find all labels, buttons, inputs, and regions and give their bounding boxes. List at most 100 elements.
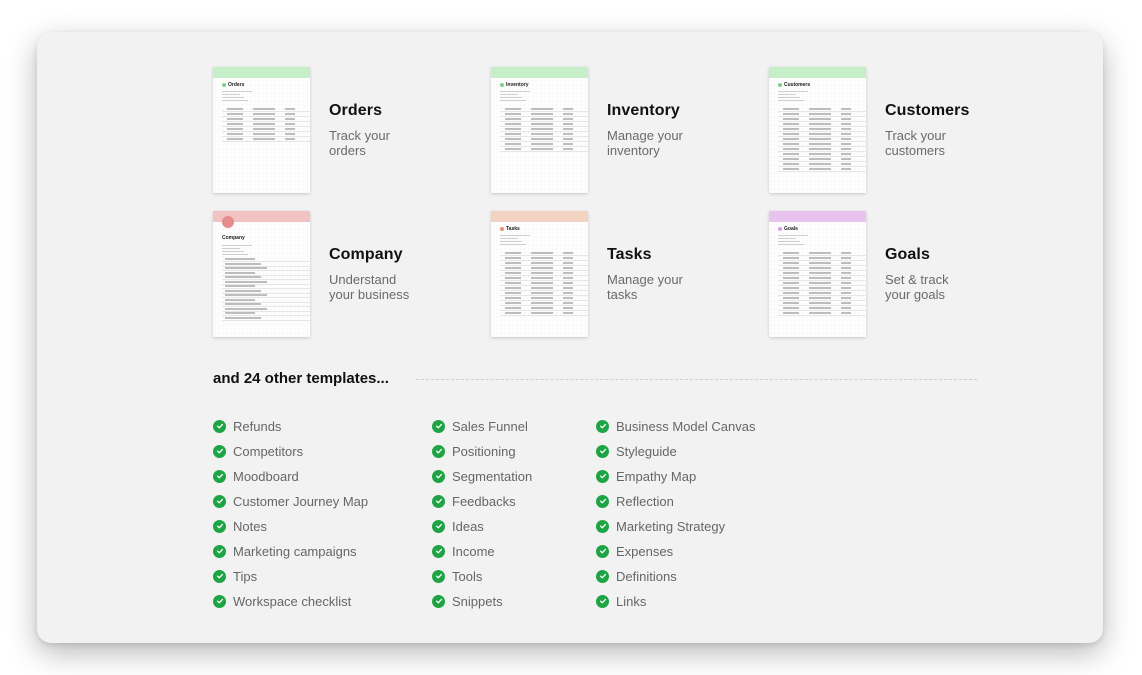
thumbnail-cell xyxy=(227,118,243,120)
thumbnail-cell xyxy=(227,123,243,125)
other-template-label: Links xyxy=(616,593,647,609)
template-title[interactable]: Company xyxy=(329,246,403,264)
thumbnail-row xyxy=(222,141,310,142)
thumbnail-cell xyxy=(809,282,831,284)
thumbnail-cell xyxy=(531,272,553,274)
thumbnail-page-title: Orders xyxy=(222,82,244,88)
other-template-item[interactable]: Business Model Canvas xyxy=(596,417,755,435)
thumbnail-cell xyxy=(225,280,267,283)
other-template-item[interactable]: Competitors xyxy=(213,442,303,460)
thumbnail-cover xyxy=(491,211,588,222)
thumbnail-text-line xyxy=(778,241,800,242)
template-title[interactable]: Inventory xyxy=(607,102,680,120)
thumbnail-cell xyxy=(227,113,243,115)
thumbnail-cover xyxy=(769,67,866,78)
thumbnail-cell xyxy=(783,257,799,259)
thumbnail-row xyxy=(500,305,588,306)
other-template-item[interactable]: Refunds xyxy=(213,417,281,435)
other-template-item[interactable]: Feedbacks xyxy=(432,492,516,510)
template-title[interactable]: Tasks xyxy=(607,246,652,264)
thumbnail-text-line xyxy=(778,100,804,101)
template-thumbnail[interactable]: Inventory xyxy=(491,67,588,193)
template-thumbnail[interactable]: Tasks xyxy=(491,211,588,337)
thumbnail-cell xyxy=(563,123,573,125)
other-template-item[interactable]: Reflection xyxy=(596,492,674,510)
other-template-item[interactable]: Definitions xyxy=(596,567,677,585)
thumbnail-cell xyxy=(225,303,261,305)
thumbnail-row xyxy=(500,141,588,142)
thumbnail-row xyxy=(222,111,310,112)
thumbnail-cell xyxy=(531,133,553,135)
thumbnail-row xyxy=(500,275,588,276)
other-template-item[interactable]: Sales Funnel xyxy=(432,417,528,435)
thumbnail-page-title: Customers xyxy=(778,82,810,88)
thumbnail-cell xyxy=(563,138,573,140)
thumbnail-cell xyxy=(505,267,521,269)
thumbnail-cell xyxy=(225,298,255,301)
other-template-item[interactable]: Expenses xyxy=(596,542,673,560)
template-title[interactable]: Orders xyxy=(329,102,382,120)
other-template-item[interactable]: Styleguide xyxy=(596,442,677,460)
thumbnail-cell xyxy=(531,302,553,304)
other-template-label: Workspace checklist xyxy=(233,593,352,609)
other-template-item[interactable]: Ideas xyxy=(432,517,484,535)
thumbnail-row xyxy=(778,255,866,256)
thumbnail-cell xyxy=(841,252,851,254)
thumbnail-page-title: Tasks xyxy=(500,226,520,232)
thumbnail-cell xyxy=(505,143,521,145)
thumbnail-text-line xyxy=(500,94,518,95)
thumbnail-cell xyxy=(841,287,851,289)
other-template-item[interactable]: Notes xyxy=(213,517,267,535)
other-template-item[interactable]: Customer Journey Map xyxy=(213,492,368,510)
other-template-item[interactable]: Tips xyxy=(213,567,257,585)
template-title[interactable]: Goals xyxy=(885,246,930,264)
template-thumbnail[interactable]: Company xyxy=(213,211,310,337)
other-template-item[interactable]: Snippets xyxy=(432,592,503,610)
thumbnail-cell xyxy=(841,297,851,299)
other-template-item[interactable]: Marketing campaigns xyxy=(213,542,357,560)
thumbnail-row xyxy=(778,260,866,261)
other-template-item[interactable]: Workspace checklist xyxy=(213,592,351,610)
thumbnail-cell xyxy=(505,277,521,279)
thumbnail-cell xyxy=(783,307,799,309)
thumbnail-cover xyxy=(491,67,588,78)
thumbnail-cell xyxy=(783,168,799,170)
thumbnail-text-line xyxy=(222,248,240,249)
template-title[interactable]: Customers xyxy=(885,102,969,120)
other-template-item[interactable]: Marketing Strategy xyxy=(596,517,725,535)
thumbnail-text-line xyxy=(500,241,522,242)
thumbnail-cell xyxy=(783,138,799,140)
template-thumbnail[interactable]: Orders xyxy=(213,67,310,193)
thumbnail-row xyxy=(222,136,310,137)
thumbnail-cell xyxy=(841,118,851,120)
other-template-label: Ideas xyxy=(452,518,484,534)
thumbnail-cell xyxy=(809,113,831,115)
other-template-item[interactable]: Tools xyxy=(432,567,482,585)
other-template-item[interactable]: Empathy Map xyxy=(596,467,696,485)
other-template-item[interactable]: Positioning xyxy=(432,442,516,460)
other-template-item[interactable]: Links xyxy=(596,592,646,610)
check-circle-icon xyxy=(596,444,609,458)
template-description: Manage your tasks xyxy=(607,272,717,302)
thumbnail-cell xyxy=(285,108,295,110)
check-circle-icon xyxy=(432,444,445,458)
thumbnail-cell xyxy=(563,133,573,135)
other-template-label: Marketing Strategy xyxy=(616,518,726,534)
thumbnail-page-title: Company xyxy=(222,235,245,241)
template-thumbnail[interactable]: Customers xyxy=(769,67,866,193)
template-thumbnail[interactable]: Goals xyxy=(769,211,866,337)
thumbnail-cell xyxy=(809,158,831,160)
thumbnail-row xyxy=(222,126,310,127)
thumbnail-cell xyxy=(783,262,799,264)
other-template-item[interactable]: Moodboard xyxy=(213,467,299,485)
thumbnail-cell xyxy=(809,163,831,165)
thumbnail-cell xyxy=(841,153,851,155)
other-template-item[interactable]: Segmentation xyxy=(432,467,532,485)
other-template-item[interactable]: Income xyxy=(432,542,495,560)
thumbnail-cell xyxy=(809,108,831,110)
thumbnail-cell xyxy=(841,148,851,150)
thumbnail-row xyxy=(778,275,866,276)
thumbnail-cell xyxy=(531,287,553,289)
thumbnail-cell xyxy=(225,312,255,314)
thumbnail-cell xyxy=(809,262,831,264)
